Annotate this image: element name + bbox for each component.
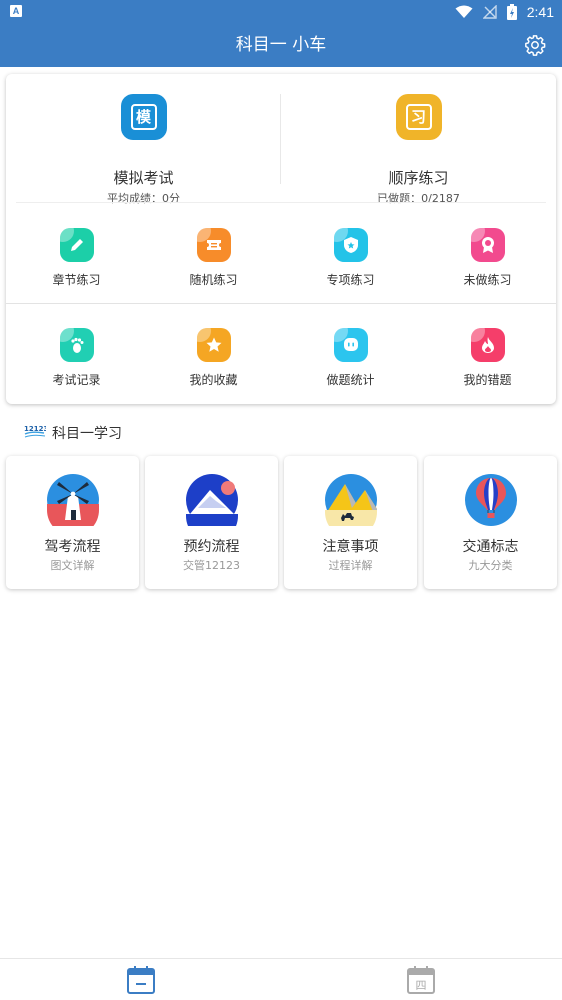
clock: 2:41: [526, 4, 554, 20]
balloon-icon: [464, 474, 517, 526]
page-title: 科目一 小车: [235, 35, 327, 55]
exam-process-label: 驾考流程: [44, 539, 101, 555]
windmill-icon: [46, 474, 99, 526]
appointment-process-sub: 交管12123: [183, 559, 240, 572]
unanswered-practice-label: 未做练习: [463, 273, 512, 287]
calendar-one-icon[interactable]: [126, 965, 156, 995]
practice-card: 模 模拟考试 平均成绩：0分 习 顺序练习 已做题：0/2187 章节练习 随机…: [6, 74, 556, 404]
statistics-label: 做题统计: [326, 373, 375, 387]
chapter-practice-label: 章节练习: [52, 273, 101, 287]
special-practice-label: 专项练习: [326, 273, 375, 287]
gear-icon[interactable]: [524, 34, 546, 56]
status-bar: A 2:41: [0, 0, 562, 24]
my-favorites-label: 我的收藏: [189, 373, 238, 387]
mountain-icon: [185, 474, 238, 526]
precautions-tile[interactable]: 注意事项 过程详解: [284, 456, 417, 589]
section-title: 科目一学习: [52, 426, 122, 442]
ribbon-icon: [470, 228, 505, 262]
status-icons: 2:41: [455, 0, 554, 24]
pencil-icon: [59, 228, 94, 262]
mock-exam-icon: 模: [120, 94, 167, 140]
precautions-label: 注意事项: [322, 539, 379, 555]
battery-charging-icon: [506, 4, 517, 20]
statistics-button[interactable]: 做题统计: [282, 328, 419, 418]
practice-row-2: 考试记录 我的收藏 做题统计 我的错题: [6, 328, 556, 418]
my-favorites-button[interactable]: 我的收藏: [145, 328, 282, 418]
questions-done: 已做题：0/2187: [377, 192, 460, 205]
special-practice-button[interactable]: 专项练习: [282, 228, 419, 318]
random-practice-button[interactable]: 随机练习: [145, 228, 282, 318]
star-icon: [196, 328, 231, 362]
traffic-signs-tile[interactable]: 交通标志 九大分类: [424, 456, 557, 589]
sequential-practice-label: 顺序练习: [388, 169, 449, 187]
shield-icon: [333, 228, 368, 262]
bottom-nav: 四: [0, 958, 562, 1000]
study-tiles: 驾考流程 图文详解 预约流程 交管12123 注意事项 过程详解 交通标志 九大…: [6, 456, 558, 590]
average-score: 平均成绩：0分: [107, 192, 180, 205]
pyramid-icon: [324, 474, 377, 526]
chat-icon: [333, 328, 368, 362]
unanswered-practice-button[interactable]: 未做练习: [419, 228, 556, 318]
wrong-questions-label: 我的错题: [463, 373, 512, 387]
practice-row-1: 章节练习 随机练习 专项练习 未做练习: [6, 228, 556, 318]
sequential-practice-icon: 习: [395, 94, 442, 140]
wrong-questions-button[interactable]: 我的错题: [419, 328, 556, 418]
mock-exam-button[interactable]: 模 模拟考试 平均成绩：0分: [6, 94, 281, 205]
appointment-process-label: 预约流程: [183, 539, 240, 555]
svg-text:四: 四: [416, 979, 427, 992]
wifi-icon: [455, 5, 473, 18]
notification-icon: A: [10, 5, 22, 17]
chapter-practice-button[interactable]: 章节练习: [8, 228, 145, 318]
divider: [16, 202, 546, 203]
traffic-signs-sub: 九大分类: [468, 559, 513, 572]
exam-process-sub: 图文详解: [50, 559, 95, 572]
flame-icon: [470, 328, 505, 362]
exam-record-button[interactable]: 考试记录: [8, 328, 145, 418]
calendar-four-icon[interactable]: 四: [406, 965, 436, 995]
random-practice-label: 随机练习: [189, 273, 238, 287]
app-bar: 科目一 小车: [0, 24, 562, 67]
traffic-signs-label: 交通标志: [462, 539, 519, 555]
precautions-sub: 过程详解: [328, 559, 373, 572]
footprint-icon: [59, 328, 94, 362]
exam-record-label: 考试记录: [52, 373, 101, 387]
sequential-practice-button[interactable]: 习 顺序练习 已做题：0/2187: [281, 94, 556, 205]
12123-logo-icon: 12123: [24, 425, 46, 438]
mock-exam-label: 模拟考试: [113, 169, 174, 187]
signal-off-icon: [482, 5, 497, 19]
divider: [6, 303, 556, 304]
exam-process-tile[interactable]: 驾考流程 图文详解: [6, 456, 139, 589]
appointment-process-tile[interactable]: 预约流程 交管12123: [145, 456, 278, 589]
ticket-icon: [196, 228, 231, 262]
